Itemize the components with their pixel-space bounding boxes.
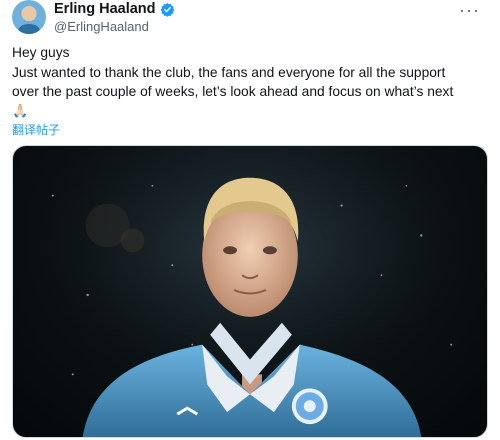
- more-options-icon[interactable]: ···: [459, 0, 480, 21]
- tweet-text: Hey guys Just wanted to thank the club, …: [12, 43, 492, 119]
- user-handle[interactable]: @ErlingHaaland: [54, 18, 175, 35]
- verified-badge-icon: [160, 2, 174, 17]
- translate-post-link[interactable]: 翻译帖子: [12, 121, 60, 138]
- tweet-line-1: Hey guys: [12, 45, 70, 60]
- tweet-line-3: over the past couple of weeks, let’s loo…: [12, 84, 454, 99]
- tweet-line-2: Just wanted to thank the club, the fans …: [12, 64, 446, 80]
- avatar[interactable]: [12, 0, 46, 34]
- player-photo-image: [13, 146, 487, 437]
- praying-hands-emoji: 🙏🏻: [12, 102, 29, 118]
- author-block: Erling Haaland @ErlingHaaland: [54, 0, 175, 35]
- tweet-media-photo[interactable]: [12, 145, 488, 438]
- tweet-header: Erling Haaland @ErlingHaaland ···: [12, 0, 488, 40]
- display-name[interactable]: Erling Haaland: [54, 1, 156, 18]
